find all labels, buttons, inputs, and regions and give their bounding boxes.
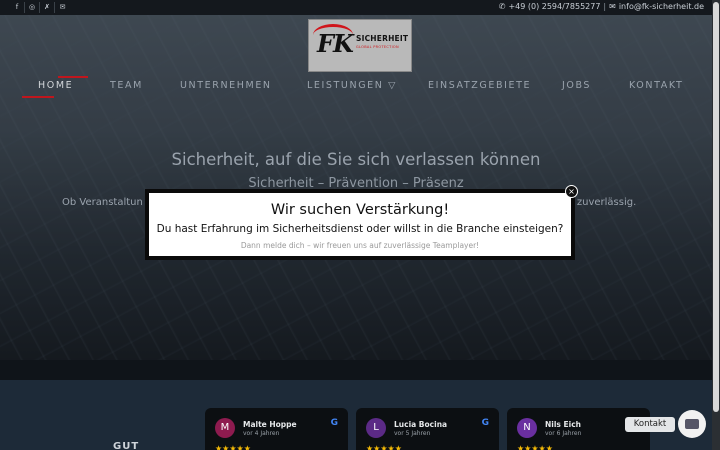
logo-name: SICHERHEIT — [356, 34, 409, 43]
hero-title: Sicherheit, auf die Sie sich verlassen k… — [171, 150, 541, 169]
nav-item-unternehmen[interactable]: UNTERNEHMEN — [180, 80, 272, 91]
site-logo[interactable]: FK SICHERHEIT GLOBAL PROTECTION — [308, 19, 412, 72]
avatar: N — [517, 418, 537, 438]
rating-heading: GUT — [113, 441, 140, 450]
popup-question: Du hast Erfahrung im Sicherheitsdienst o… — [156, 223, 564, 235]
section-divider — [0, 360, 712, 380]
review-card[interactable]: L Lucia Bocina vor 5 Jahren G ★★★★★ — [356, 408, 499, 450]
email-link[interactable]: info@fk-sicherheit.de — [619, 2, 704, 11]
nav-item-team[interactable]: TEAM — [110, 80, 143, 91]
mail-icon[interactable]: ✉ — [55, 2, 70, 13]
review-card[interactable]: M Malte Hoppe vor 4 Jahren G ★★★★★ — [205, 408, 348, 450]
phone-link[interactable]: +49 (0) 2594/7855277 — [508, 2, 600, 11]
recruiting-popup: Wir suchen Verstärkung! Du hast Erfahrun… — [145, 189, 575, 260]
popup-title: Wir suchen Verstärkung! — [270, 202, 450, 218]
contact-widget-button[interactable] — [678, 410, 706, 438]
reviewer-name: Lucia Bocina — [394, 420, 448, 429]
xing-icon[interactable]: ✗ — [40, 2, 55, 13]
mail-icon: ✉ — [609, 2, 616, 11]
nav-item-kontakt[interactable]: KONTAKT — [629, 80, 683, 91]
nav-item-jobs[interactable]: JOBS — [562, 80, 591, 91]
nav-item-home[interactable]: HOME — [38, 80, 73, 91]
star-rating: ★★★★★ — [215, 444, 251, 450]
review-time: vor 5 Jahren — [394, 430, 431, 437]
social-links: f ◎ ✗ ✉ — [10, 2, 70, 13]
reviewer-name: Nils Eich — [545, 420, 581, 429]
logo-tagline: GLOBAL PROTECTION — [356, 45, 399, 49]
reviewer-name: Malte Hoppe — [243, 420, 297, 429]
top-bar: f ◎ ✗ ✉ ✆ +49 (0) 2594/7855277 | ✉ info@… — [0, 0, 712, 15]
star-rating: ★★★★★ — [517, 444, 553, 450]
facebook-icon[interactable]: f — [10, 2, 25, 13]
popup-note: Dann melde dich – wir freuen uns auf zuv… — [240, 241, 480, 250]
review-time: vor 6 Jahren — [545, 430, 582, 437]
logo-mark: FK — [317, 29, 354, 58]
nav-item-einsatzgebiete[interactable]: EINSATZGEBIETE — [428, 80, 531, 91]
avatar: L — [366, 418, 386, 438]
nav-item-leistungen[interactable]: LEISTUNGEN ▽ — [307, 80, 397, 91]
envelope-icon — [685, 419, 699, 429]
nav-active-marker-bottom — [22, 96, 54, 98]
phone-icon: ✆ — [498, 2, 506, 11]
close-icon[interactable]: × — [565, 185, 578, 198]
instagram-icon[interactable]: ◎ — [25, 2, 40, 13]
scrollbar-thumb[interactable] — [713, 2, 719, 412]
contact-widget-label[interactable]: Kontakt — [625, 417, 675, 432]
page-scrollbar[interactable] — [712, 0, 720, 450]
review-time: vor 4 Jahren — [243, 430, 280, 437]
nav-active-marker-top — [58, 76, 88, 78]
main-navigation: HOME TEAM UNTERNEHMEN LEISTUNGEN ▽ EINSA… — [0, 76, 712, 98]
contact-info: ✆ +49 (0) 2594/7855277 | ✉ info@fk-siche… — [499, 2, 704, 11]
star-rating: ★★★★★ — [366, 444, 402, 450]
google-icon: G — [330, 418, 338, 428]
google-icon: G — [481, 418, 489, 428]
divider: | — [603, 2, 607, 11]
avatar: M — [215, 418, 235, 438]
